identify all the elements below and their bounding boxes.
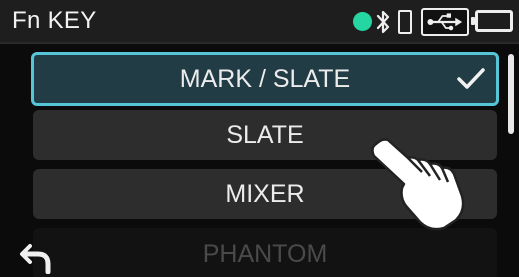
checkmark-icon	[457, 68, 485, 89]
device-screen: Fn KEY MARK / SLATE SLATE MIXER PHANTOM	[0, 0, 519, 277]
back-arrow-icon[interactable]	[18, 238, 54, 274]
battery-icon	[471, 10, 513, 32]
menu-item-mark-slate[interactable]: MARK / SLATE	[31, 52, 499, 106]
status-dot-icon	[353, 12, 372, 31]
title-bar: Fn KEY	[0, 0, 519, 44]
menu-list: MARK / SLATE SLATE MIXER PHANTOM	[0, 48, 519, 277]
menu-item-label: SLATE	[226, 120, 304, 149]
phone-icon	[398, 10, 412, 34]
page-title: Fn KEY	[12, 7, 97, 34]
scrollbar[interactable]	[508, 54, 514, 134]
menu-item-label: MARK / SLATE	[179, 64, 351, 93]
usb-icon	[421, 8, 469, 36]
bluetooth-icon	[376, 10, 390, 34]
menu-item-label: MIXER	[225, 179, 305, 208]
status-icons	[353, 0, 513, 44]
menu-item-label: PHANTOM	[202, 239, 328, 268]
tap-hand-icon	[371, 138, 465, 231]
